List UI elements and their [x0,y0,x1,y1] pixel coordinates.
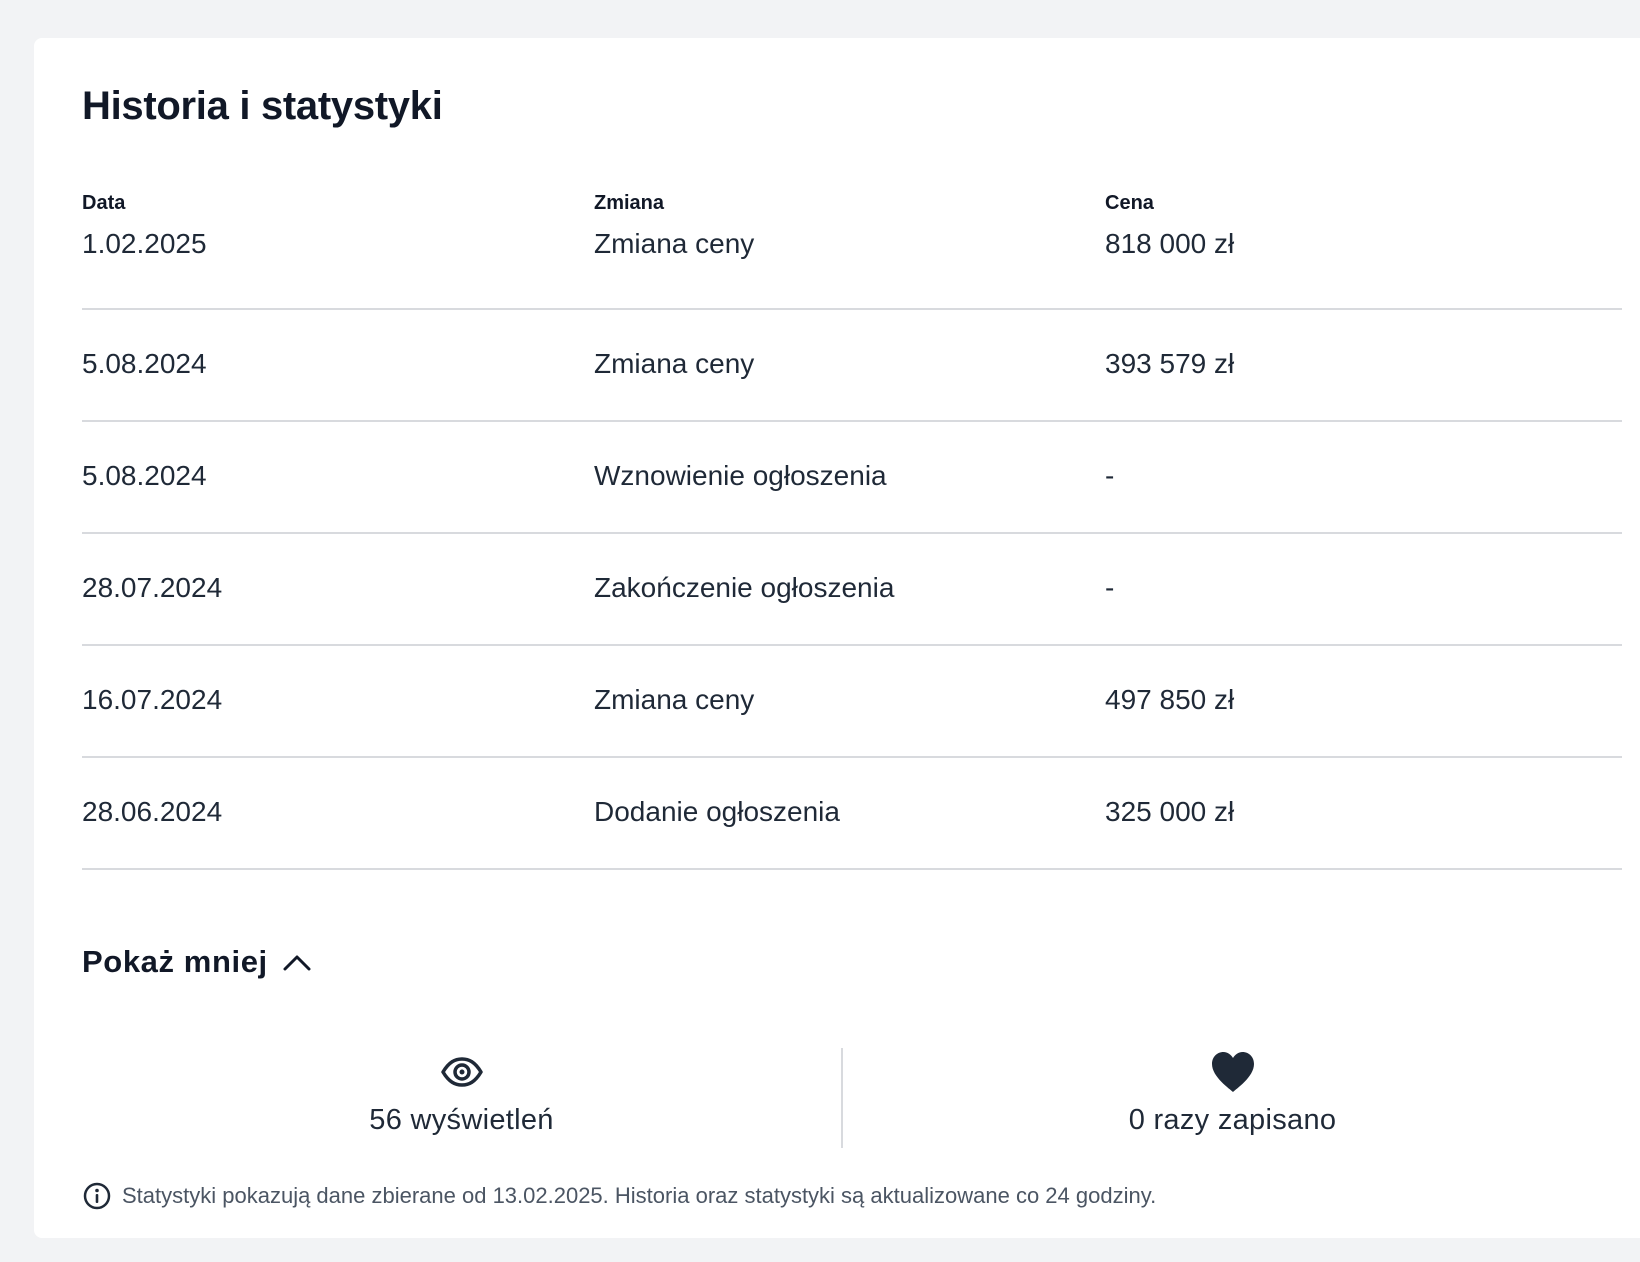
stats-info-note: Statystyki pokazują dane zbierane od 13.… [82,1181,1156,1211]
row-price: - [1105,572,1115,603]
saves-count: 0 razy zapisano [1128,1104,1337,1136]
eye-icon [440,1048,483,1096]
show-less-label: Pokaż mniej [82,944,268,979]
column-header-change: Zmiana [594,191,665,214]
row-date: 1.02.2025 [82,228,207,259]
row-date: 28.07.2024 [82,572,223,603]
row-price: 497 850 zł [1105,684,1235,715]
column-header-price: Cena [1105,191,1154,214]
table-row: 28.06.2024 Dodanie ogłoszenia 325 000 zł [82,758,1622,870]
row-date: 5.08.2024 [82,348,207,379]
info-icon [82,1181,112,1211]
saves-stat: 0 razy zapisano [843,1048,1622,1148]
table-row: 5.08.2024 Zmiana ceny 393 579 zł [82,310,1622,422]
row-date: 28.06.2024 [82,796,223,827]
table-row: 1.02.2025 Zmiana ceny 818 000 zł [82,228,1622,310]
history-table: Data Zmiana Cena 1.02.2025 Zmiana ceny 8… [82,178,1622,870]
row-change: Zakończenie ogłoszenia [594,572,895,603]
row-change: Zmiana ceny [594,228,755,259]
chevron-up-icon [282,952,312,972]
row-change: Zmiana ceny [594,348,755,379]
row-price: 393 579 zł [1105,348,1235,379]
table-header: Data Zmiana Cena [82,178,1622,228]
row-change: Dodanie ogłoszenia [594,796,840,827]
info-note-text: Statystyki pokazują dane zbierane od 13.… [122,1183,1157,1208]
views-count: 56 wyświetleń [369,1104,554,1136]
row-date: 5.08.2024 [82,460,207,491]
section-title: Historia i statystyki [82,84,443,128]
row-price: - [1105,460,1115,491]
row-change: Zmiana ceny [594,684,755,715]
row-price: 325 000 zł [1105,796,1235,827]
table-row: 16.07.2024 Zmiana ceny 497 850 zł [82,646,1622,758]
show-less-button[interactable]: Pokaż mniej [82,944,312,980]
table-row: 28.07.2024 Zakończenie ogłoszenia - [82,534,1622,646]
history-stats-card: Historia i statystyki Data Zmiana Cena 1… [34,38,1640,1238]
row-date: 16.07.2024 [82,684,223,715]
views-stat: 56 wyświetleń [82,1048,841,1148]
heart-icon [1210,1048,1256,1096]
row-price: 818 000 zł [1105,228,1235,259]
stats-row: 56 wyświetleń 0 razy zapisano [82,1048,1622,1148]
column-header-date: Data [82,191,126,214]
table-row: 5.08.2024 Wznowienie ogłoszenia - [82,422,1622,534]
row-change: Wznowienie ogłoszenia [594,460,887,491]
